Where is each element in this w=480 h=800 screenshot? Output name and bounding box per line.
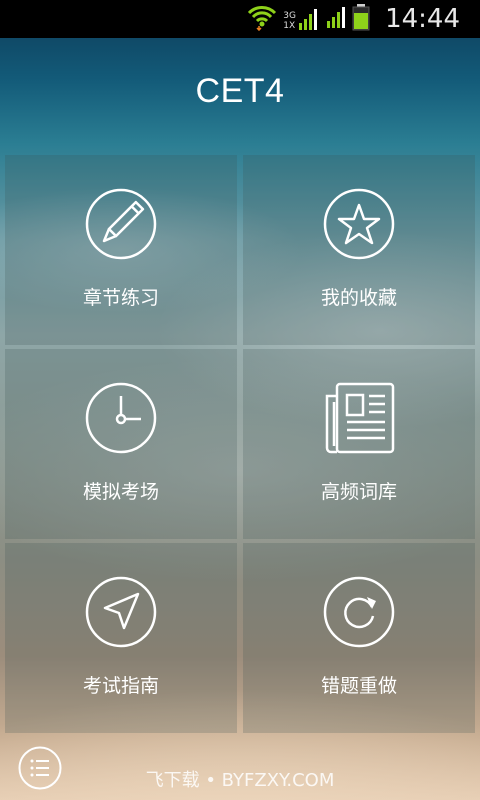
tile-label: 章节练习 [82,287,159,309]
app-screen: 3G 1X 14:44 CET4 章节练习 我的收藏 模拟考场 高频词库 考试指… [0,0,480,800]
status-clock: 14:44 [385,4,460,34]
signal-3g-icon: 3G 1X [283,7,320,31]
status-icons: 3G 1X [247,4,370,34]
network-type-bottom: 1X [283,21,296,31]
page-title: CET4 [195,72,285,110]
tile-mock-exam[interactable]: 模拟考场 [5,349,237,539]
tile-label: 模拟考场 [82,481,159,503]
tile-label: 高频词库 [320,481,397,503]
network-type-top: 3G [283,11,296,21]
tile-label: 我的收藏 [320,287,397,309]
tile-label: 考试指南 [82,675,159,697]
clock-icon [85,382,157,454]
tile-label: 错题重做 [320,675,397,697]
signal-icon [326,5,346,33]
menu-grid: 章节练习 我的收藏 模拟考场 高频词库 考试指南 错题重做 [5,155,475,733]
tile-redo-mistakes[interactable]: 错题重做 [243,543,475,733]
tile-high-frequency-vocab[interactable]: 高频词库 [243,349,475,539]
tile-my-favorites[interactable]: 我的收藏 [243,155,475,345]
battery-icon [352,3,370,35]
navigation-arrow-icon [85,576,157,648]
status-bar: 3G 1X 14:44 [0,0,480,38]
tile-chapter-practice[interactable]: 章节练习 [5,155,237,345]
star-icon [323,188,395,260]
pencil-icon [85,188,157,260]
watermark-text: 飞下载 • BYFZXY.COM [145,770,335,791]
newspaper-icon [325,382,395,454]
wifi-icon [247,3,277,35]
tile-exam-guide[interactable]: 考试指南 [5,543,237,733]
refresh-icon [323,576,395,648]
